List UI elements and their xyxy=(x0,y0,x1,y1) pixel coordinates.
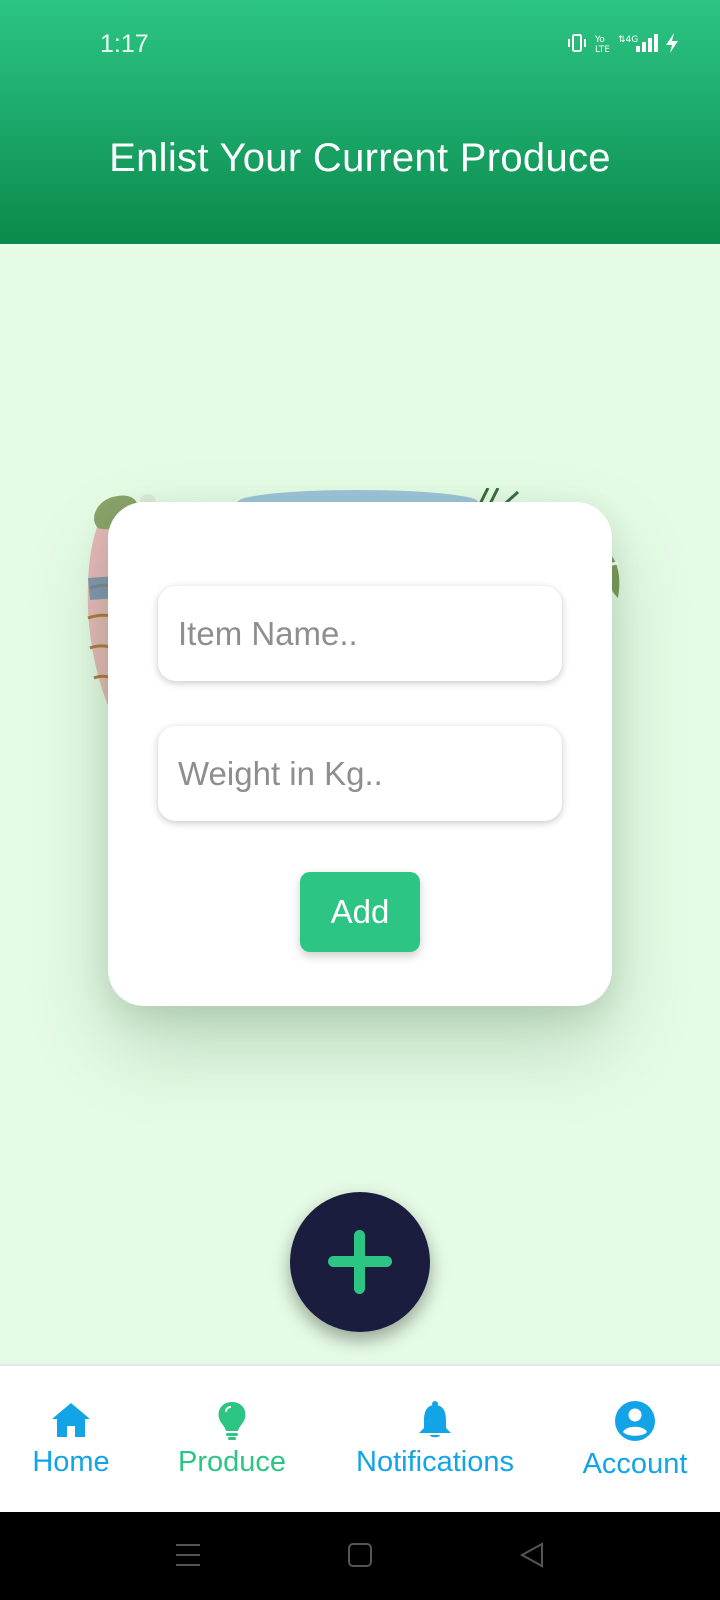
svg-text:⇅4G: ⇅4G xyxy=(618,35,638,45)
weight-input[interactable] xyxy=(158,726,562,821)
produce-form-card: Add xyxy=(108,502,612,1006)
nav-item-notifications[interactable]: Notifications xyxy=(350,1400,520,1479)
menu-icon[interactable] xyxy=(174,1540,202,1570)
item-name-input[interactable] xyxy=(158,586,562,681)
volte-icon: Yo LTE xyxy=(594,35,610,54)
page-title: Enlist Your Current Produce xyxy=(109,136,611,180)
nav-item-home[interactable]: Home xyxy=(28,1400,114,1479)
charging-icon xyxy=(666,33,678,53)
nav-item-account[interactable]: Account xyxy=(578,1400,692,1481)
status-time: 1:17 xyxy=(100,30,149,58)
bell-icon xyxy=(419,1401,451,1438)
nav-label-account: Account xyxy=(582,1448,688,1480)
app-header: 1:17 Yo LTE ⇅4G Enlist Your Current Prod… xyxy=(0,0,720,244)
back-icon[interactable] xyxy=(518,1540,546,1570)
signal-icon: ⇅4G xyxy=(618,34,658,52)
weight-field xyxy=(158,726,562,821)
nav-label-produce: Produce xyxy=(177,1446,286,1478)
vibrate-icon xyxy=(568,34,586,52)
home-square-icon[interactable] xyxy=(346,1540,374,1570)
add-produce-fab[interactable] xyxy=(290,1192,430,1332)
nav-label-home: Home xyxy=(32,1446,110,1478)
home-icon xyxy=(52,1403,90,1437)
item-name-field xyxy=(158,586,562,681)
nav-label-notifications: Notifications xyxy=(356,1446,514,1478)
nav-item-produce[interactable]: Produce xyxy=(176,1400,288,1479)
bottom-nav: Home Produce Notifications Account xyxy=(0,1364,720,1514)
system-navigation-bar xyxy=(0,1512,720,1600)
status-icons: Yo LTE ⇅4G xyxy=(566,32,680,54)
account-icon xyxy=(615,1401,655,1441)
status-bar: 1:17 Yo LTE ⇅4G xyxy=(0,0,720,90)
svg-text:LTE: LTE xyxy=(595,45,610,54)
svg-text:Yo: Yo xyxy=(594,35,605,45)
add-button[interactable]: Add xyxy=(300,872,420,952)
lightbulb-icon xyxy=(218,1402,246,1440)
